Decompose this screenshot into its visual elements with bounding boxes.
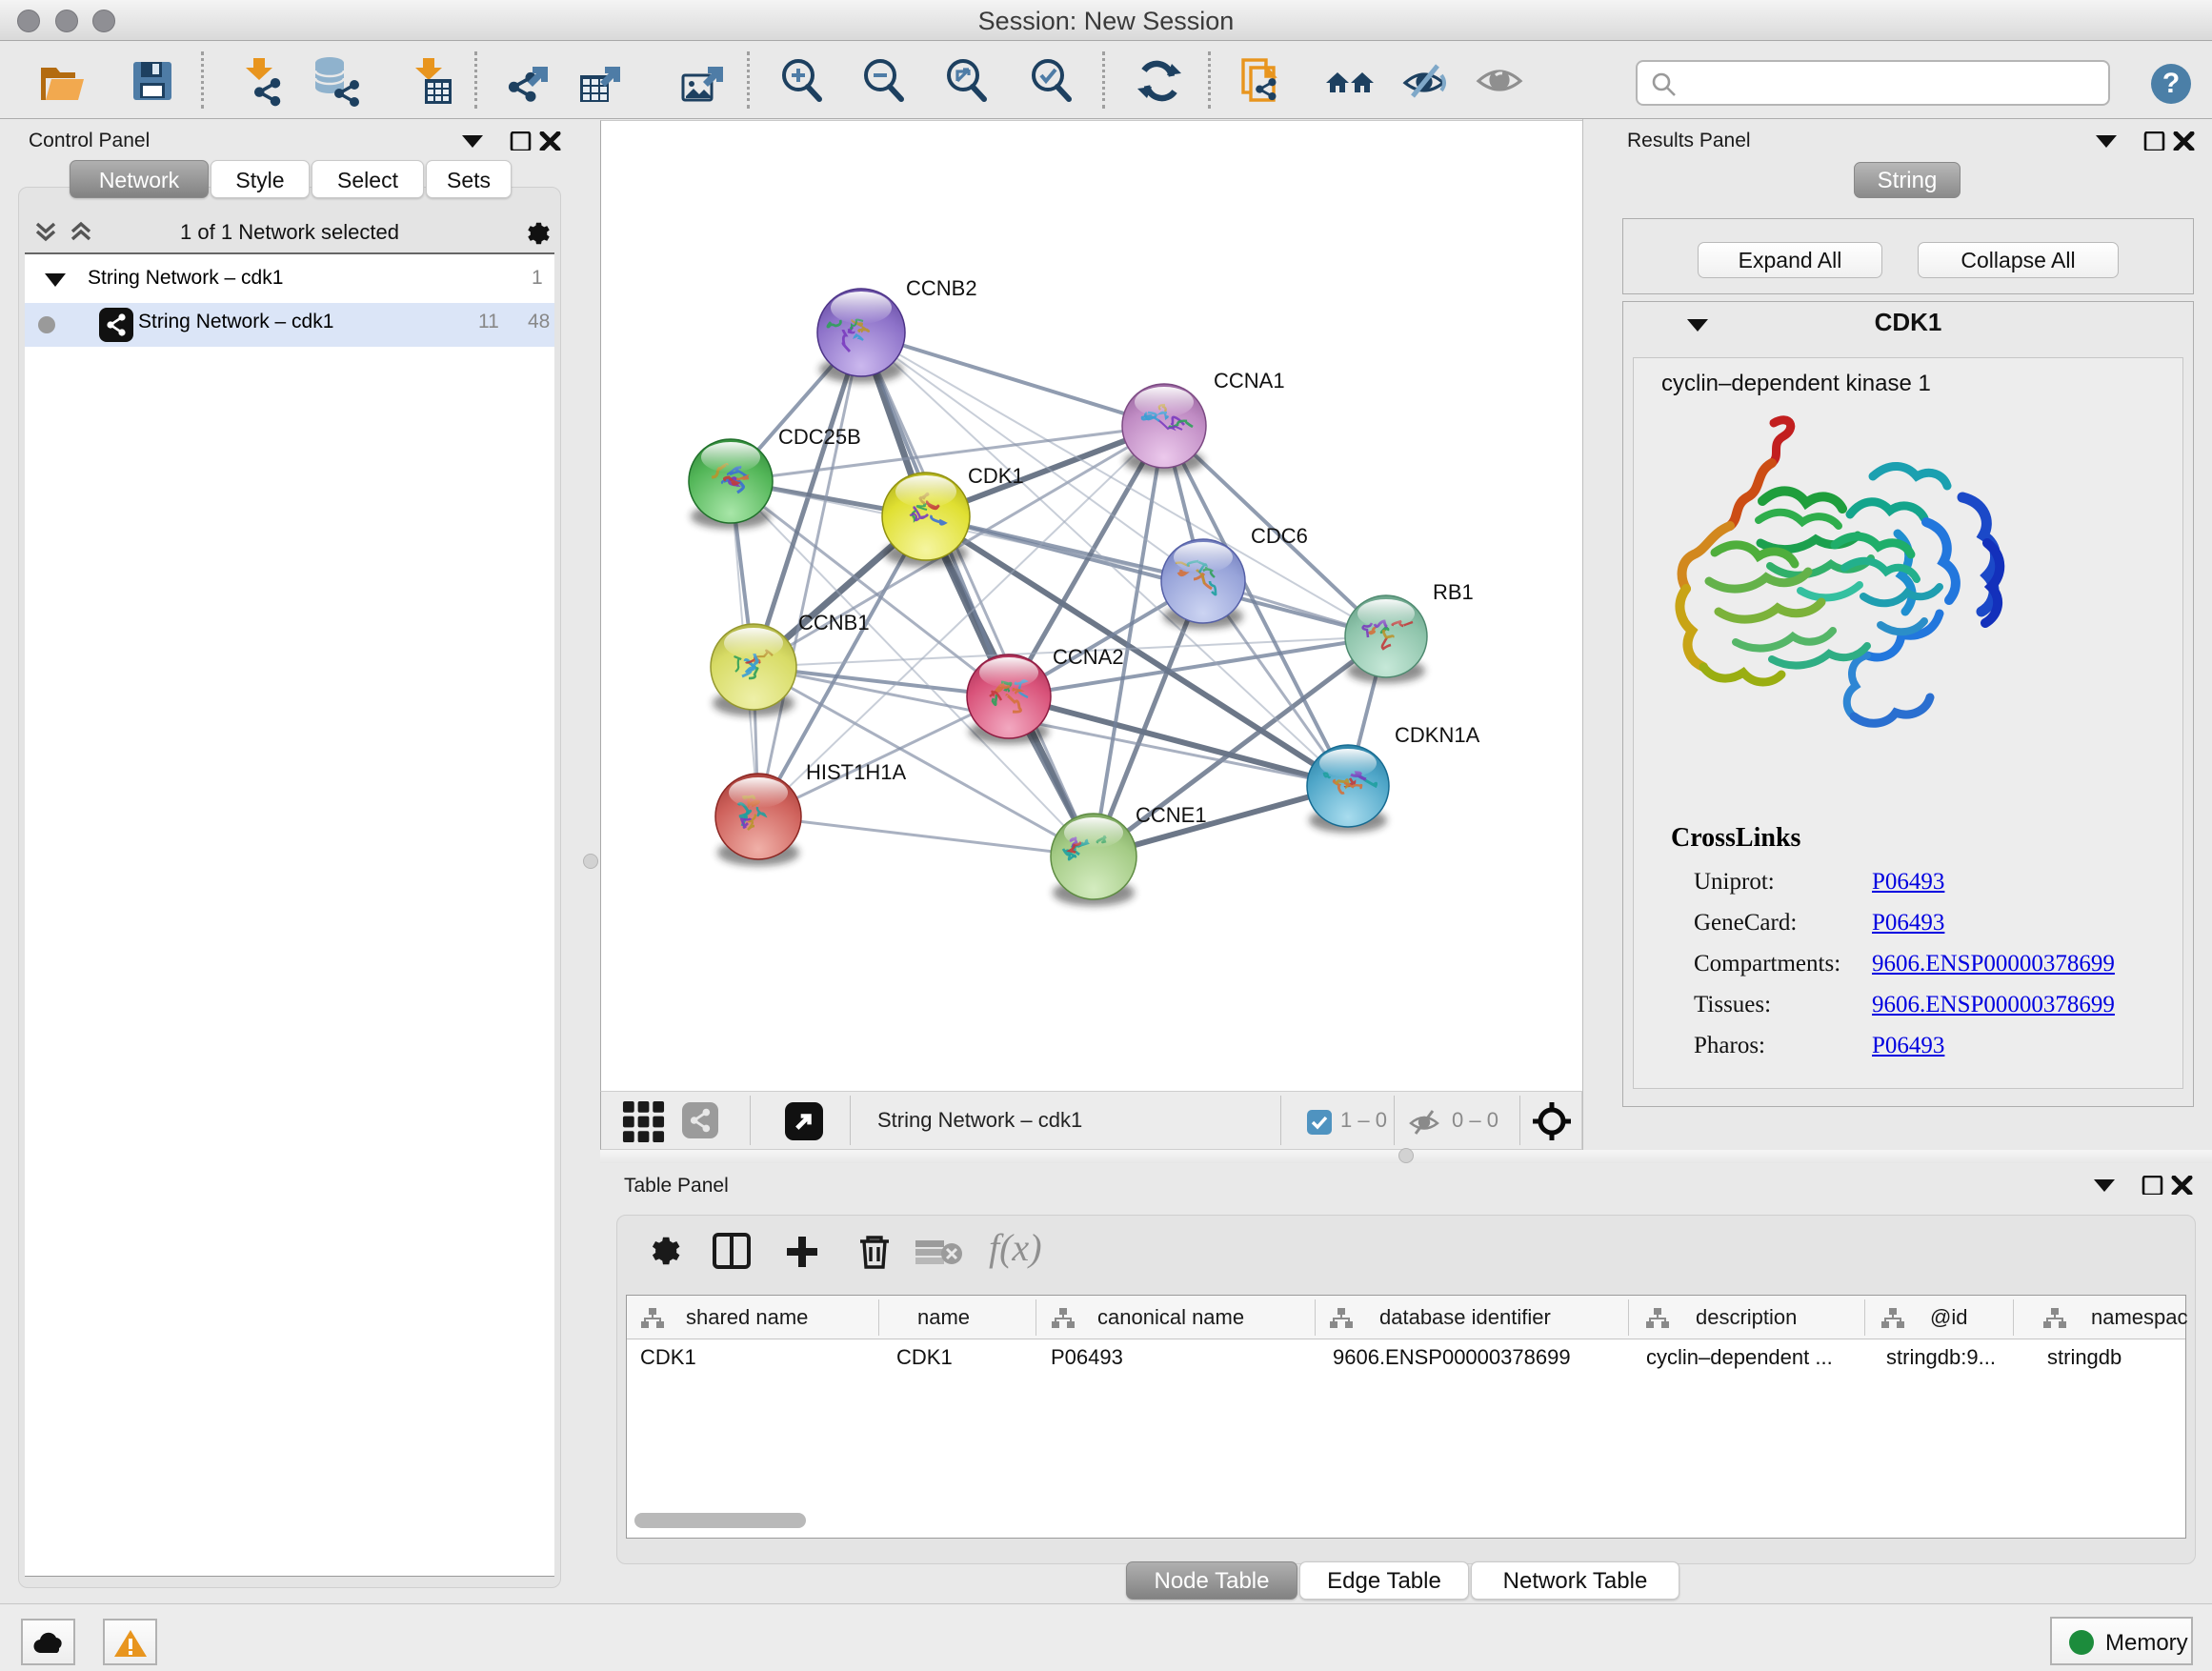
svg-text:CDKN1A: CDKN1A	[1395, 723, 1480, 747]
svg-text:CCNB2: CCNB2	[906, 276, 977, 300]
svg-text:HIST1H1A: HIST1H1A	[806, 760, 906, 784]
svg-text:CCNA1: CCNA1	[1214, 369, 1285, 393]
svg-text:RB1: RB1	[1433, 580, 1474, 604]
svg-text:CDC25B: CDC25B	[778, 425, 861, 449]
svg-text:CCNB1: CCNB1	[798, 611, 870, 634]
svg-text:CDC6: CDC6	[1251, 524, 1308, 548]
svg-text:CCNA2: CCNA2	[1053, 645, 1124, 669]
svg-text:CCNE1: CCNE1	[1136, 803, 1207, 827]
svg-text:CDK1: CDK1	[968, 464, 1024, 488]
